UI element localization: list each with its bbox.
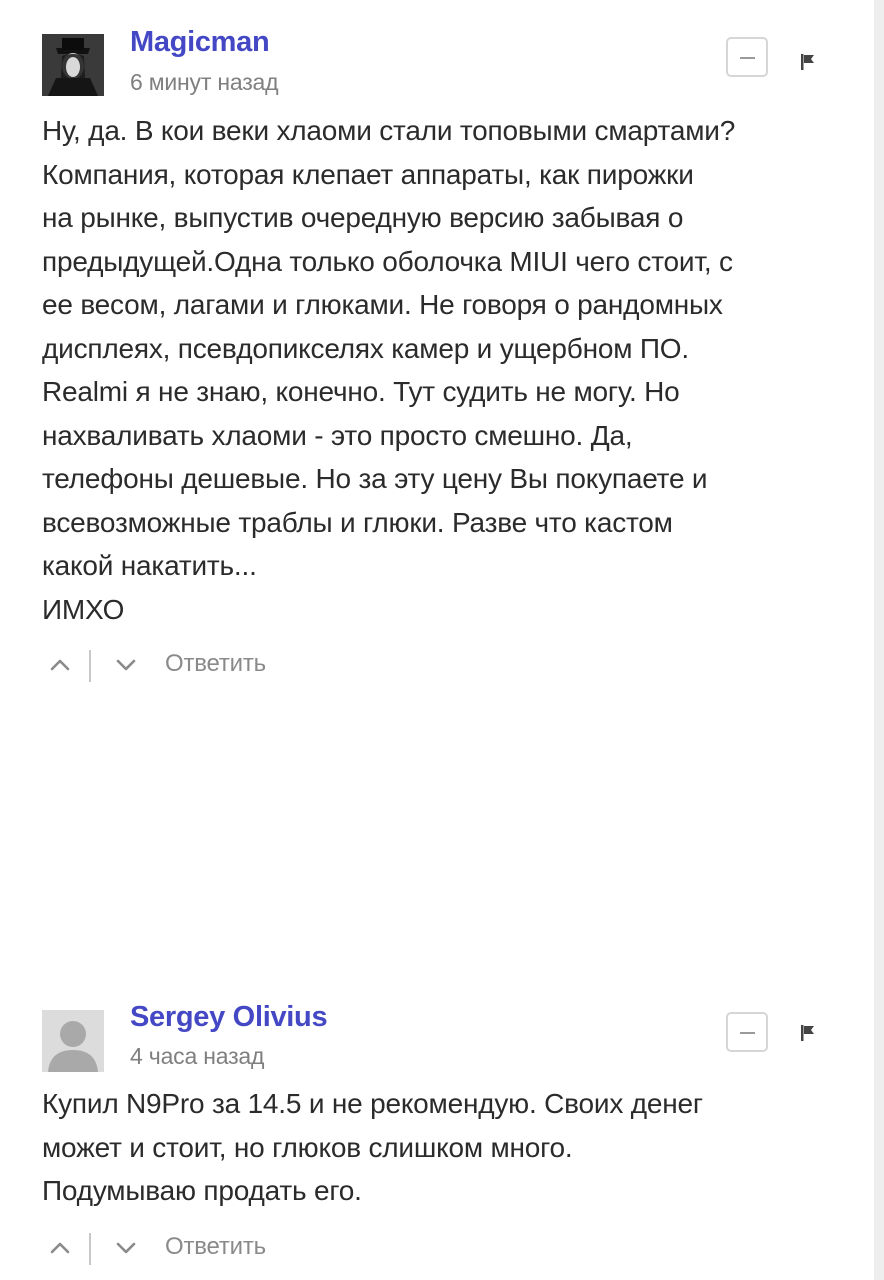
page-edge: [874, 0, 884, 1280]
comment-line: дисплеях, псевдопикселях камер и ущербно…: [42, 332, 689, 364]
reply-button[interactable]: Ответить: [165, 650, 266, 678]
minus-icon: [740, 1032, 755, 1034]
chevron-down-icon[interactable]: [113, 655, 139, 675]
comment-line: нахваливать хлаоми - это просто смешно. …: [42, 419, 633, 451]
chevron-up-icon[interactable]: [47, 655, 73, 675]
collapse-button[interactable]: [726, 37, 768, 77]
comment-line: Компания, которая клепает аппараты, как …: [42, 158, 694, 190]
comment-line: Realmi я не знаю, конечно. Тут судить не…: [42, 376, 680, 407]
comment: Sergey Olivius 4 часа назад Купил N9Pro …: [0, 990, 874, 1280]
comment-line: на рынке, выпустив очередную версию забы…: [42, 202, 684, 233]
chevron-up-icon[interactable]: [47, 1238, 73, 1258]
collapse-button[interactable]: [726, 1012, 768, 1052]
comment-line: ее весом, лагами и глюками. Не говоря о …: [42, 289, 723, 320]
reply-button[interactable]: Ответить: [165, 1233, 266, 1261]
comment-line: предыдущей.Одна только оболочка MIUI чег…: [42, 245, 733, 277]
avatar[interactable]: [42, 1010, 104, 1072]
comment-line: ИМХО: [42, 593, 125, 625]
vote-divider: [89, 1233, 91, 1265]
comment-line: телефоны дешевые. Но за эту цену Вы поку…: [42, 463, 708, 494]
comment-line: Купил N9Pro за 14.5 и не рекомендую. Сво…: [42, 1088, 703, 1119]
flag-icon[interactable]: [798, 52, 820, 74]
chevron-down-icon[interactable]: [113, 1238, 139, 1258]
comment-timestamp[interactable]: 6 минут назад: [130, 69, 279, 96]
comment: Magicman 6 минут назад Ну, да. В кои век…: [0, 0, 874, 700]
comment-text: Купил N9Pro за 14.5 и не рекомендую. Сво…: [42, 1082, 842, 1213]
comment-line: какой накатить...: [42, 550, 257, 581]
comment-line: Ну, да. В кои веки хлаоми стали топовыми…: [42, 115, 736, 146]
comment-timestamp[interactable]: 4 часа назад: [130, 1043, 264, 1070]
author-name[interactable]: Magicman: [130, 26, 270, 59]
author-name[interactable]: Sergey Olivius: [130, 1001, 328, 1034]
vote-divider: [89, 650, 91, 682]
comment-line: всевозможные траблы и глюки. Разве что к…: [42, 506, 673, 538]
comment-line: может и стоит, но глюков слишком много.: [42, 1131, 573, 1163]
comment-text: Ну, да. В кои веки хлаоми стали топовыми…: [42, 109, 842, 631]
avatar[interactable]: [42, 34, 104, 96]
comment-line: Подумываю продать его.: [42, 1175, 362, 1206]
flag-icon[interactable]: [798, 1023, 820, 1045]
minus-icon: [740, 57, 755, 59]
